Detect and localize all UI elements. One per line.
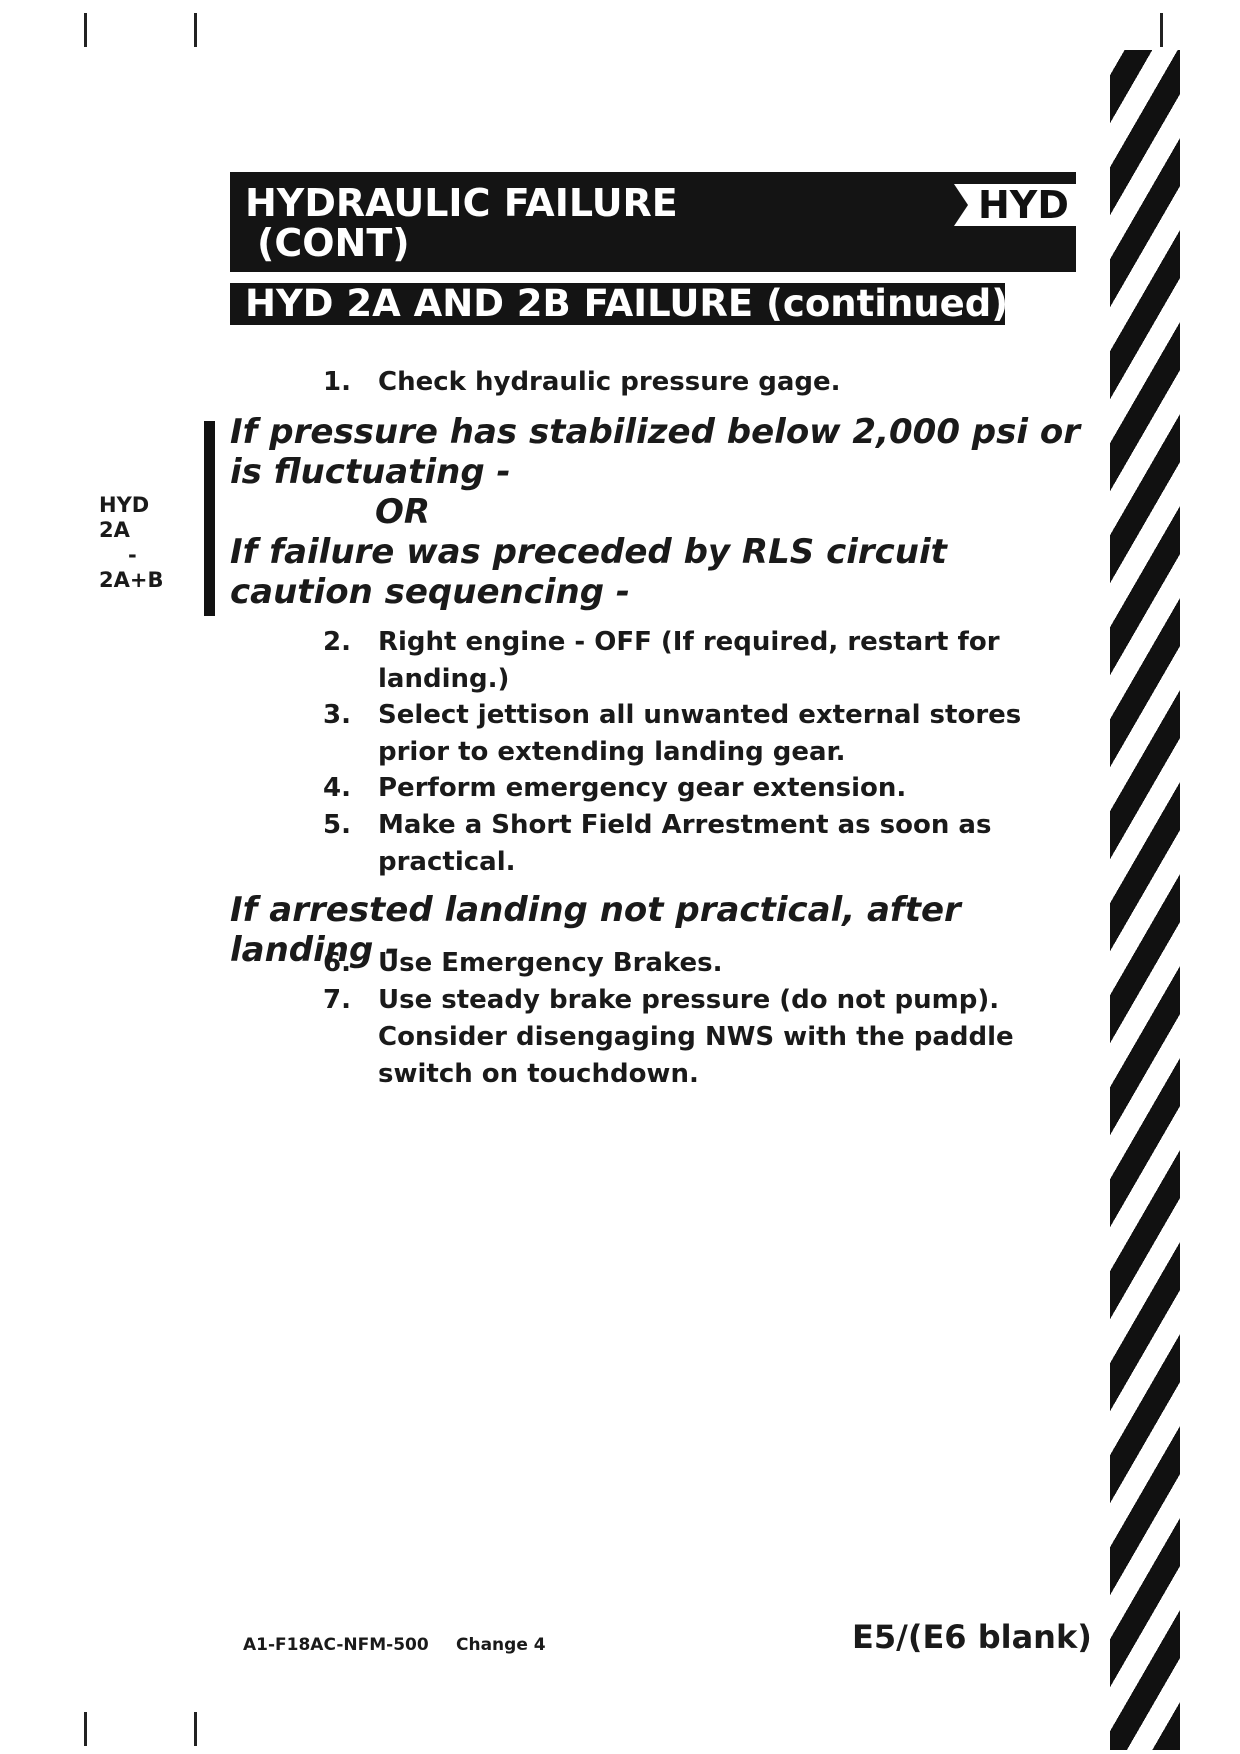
step-text: Select jettison all unwanted external st… xyxy=(378,700,1022,767)
step-text: Perform emergency gear extension. xyxy=(378,773,907,803)
step-text: Make a Short Field Arrestment as soon as… xyxy=(378,810,992,877)
condition-pressure: If pressure has stabilized below 2,000 p… xyxy=(230,412,1080,492)
margin-note-line2: 2A xyxy=(99,518,130,542)
step-number: 3. xyxy=(323,700,351,730)
step-number: 4. xyxy=(323,773,351,803)
section-title-bar: HYDRAULIC FAILURE (CONT) HYD xyxy=(230,172,1076,272)
crop-mark-top-left xyxy=(84,13,87,47)
step-text: Use steady brake pressure (do not pump).… xyxy=(378,985,1014,1089)
condition-rls: If failure was preceded by RLS circuit c… xyxy=(230,532,947,612)
tab-notch-icon xyxy=(954,184,968,226)
edge-hazard-stripes xyxy=(1110,50,1180,1750)
step-number: 1. xyxy=(323,367,351,397)
crop-mark-top-right xyxy=(1160,13,1163,47)
section-title-cont: (CONT) xyxy=(257,221,410,265)
condition-or: OR xyxy=(375,492,431,532)
subsection-title-bar: HYD 2A AND 2B FAILURE (continued) xyxy=(230,282,1009,325)
margin-note-line3: - xyxy=(128,543,137,567)
change-number: Change 4 xyxy=(456,1635,546,1655)
step-text: Right engine - OFF (If required, restart… xyxy=(378,627,1000,694)
step-number: 5. xyxy=(323,810,351,840)
step-number: 6. xyxy=(323,948,351,978)
margin-note-line1: HYD xyxy=(99,493,150,517)
hyd-tab: HYD xyxy=(954,184,1076,226)
crop-mark-bottom-left-inner xyxy=(194,1712,197,1746)
step-number: 2. xyxy=(323,627,351,657)
step-number: 7. xyxy=(323,985,351,1015)
step-text: Check hydraulic pressure gage. xyxy=(378,367,841,397)
document-id: A1-F18AC-NFM-500 xyxy=(243,1635,429,1655)
page-number: E5/(E6 blank) xyxy=(852,1618,1092,1656)
section-title: HYDRAULIC FAILURE xyxy=(245,181,678,225)
crop-mark-top-left-inner xyxy=(194,13,197,47)
subsection-title: HYD 2A AND 2B FAILURE (continued) xyxy=(245,282,1009,325)
margin-note-line4: 2A+B xyxy=(99,568,164,592)
crop-mark-bottom-left xyxy=(84,1712,87,1746)
step-text: Use Emergency Brakes. xyxy=(378,948,723,978)
hyd-tab-label: HYD xyxy=(978,183,1069,227)
change-bar xyxy=(204,421,215,616)
